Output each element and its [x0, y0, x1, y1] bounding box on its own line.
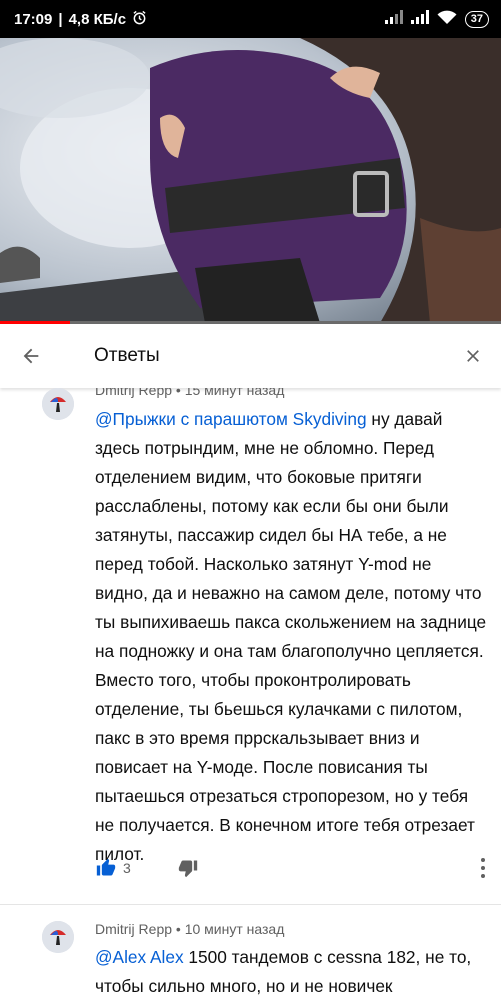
arrow-back-icon — [23, 348, 39, 364]
signal-icon — [410, 10, 429, 28]
comment-time: 15 минут назад — [184, 388, 285, 398]
meta-separator: • — [175, 921, 185, 937]
back-button[interactable] — [0, 324, 62, 388]
comment-author[interactable]: Dmitrij Repp — [95, 921, 172, 937]
replies-header: Ответы — [0, 324, 501, 388]
video-player[interactable] — [0, 38, 501, 323]
alarm-icon — [132, 10, 147, 29]
more-dot — [481, 858, 485, 862]
video-frame — [0, 38, 501, 323]
mention-link[interactable]: @Прыжки с парашютом Skydiving — [95, 409, 367, 429]
page-title: Ответы — [94, 345, 160, 366]
network-speed: 4,8 КБ/с — [68, 10, 127, 28]
like-count: 3 — [123, 860, 131, 876]
status-bar: 17:09 | 4,8 КБ/с 37 — [0, 0, 501, 38]
like-button[interactable] — [95, 857, 117, 879]
comment-time: 10 минут назад — [184, 921, 285, 937]
avatar[interactable] — [42, 921, 74, 953]
divider — [0, 904, 501, 905]
comment-body: ну давай здесь потрындим, мне не обломно… — [95, 409, 487, 864]
more-dot — [481, 874, 485, 878]
status-separator: | — [58, 10, 63, 28]
thumbs-up-icon — [96, 858, 116, 876]
comment-author[interactable]: Dmitrij Repp — [95, 388, 172, 398]
close-icon — [467, 350, 479, 362]
comment-meta: Dmitrij Repp • 10 минут назад — [95, 921, 284, 937]
thumbs-down-icon — [178, 860, 198, 878]
avatar[interactable] — [42, 388, 74, 420]
signal-icon — [384, 10, 403, 28]
mention-link[interactable]: @Alex Alex — [95, 947, 184, 967]
battery-icon: 37 — [464, 10, 489, 28]
comment-actions: 3 — [95, 853, 199, 883]
more-dot — [481, 866, 485, 870]
wifi-icon — [437, 10, 457, 29]
more-options-button[interactable] — [475, 853, 491, 883]
status-time: 17:09 — [14, 10, 53, 28]
comment-text: @Alex Alex 1500 тандемов с cessna 182, н… — [95, 943, 487, 1000]
comment-meta: Dmitrij Repp • 15 минут назад — [95, 388, 284, 398]
meta-separator: • — [175, 388, 185, 398]
close-button[interactable] — [445, 324, 501, 388]
comment-text: @Прыжки с парашютом Skydiving ну давай з… — [95, 405, 487, 869]
dislike-button[interactable] — [177, 857, 199, 879]
replies-list[interactable]: Dmitrij Repp • 15 минут назад @Прыжки с … — [0, 388, 501, 1000]
